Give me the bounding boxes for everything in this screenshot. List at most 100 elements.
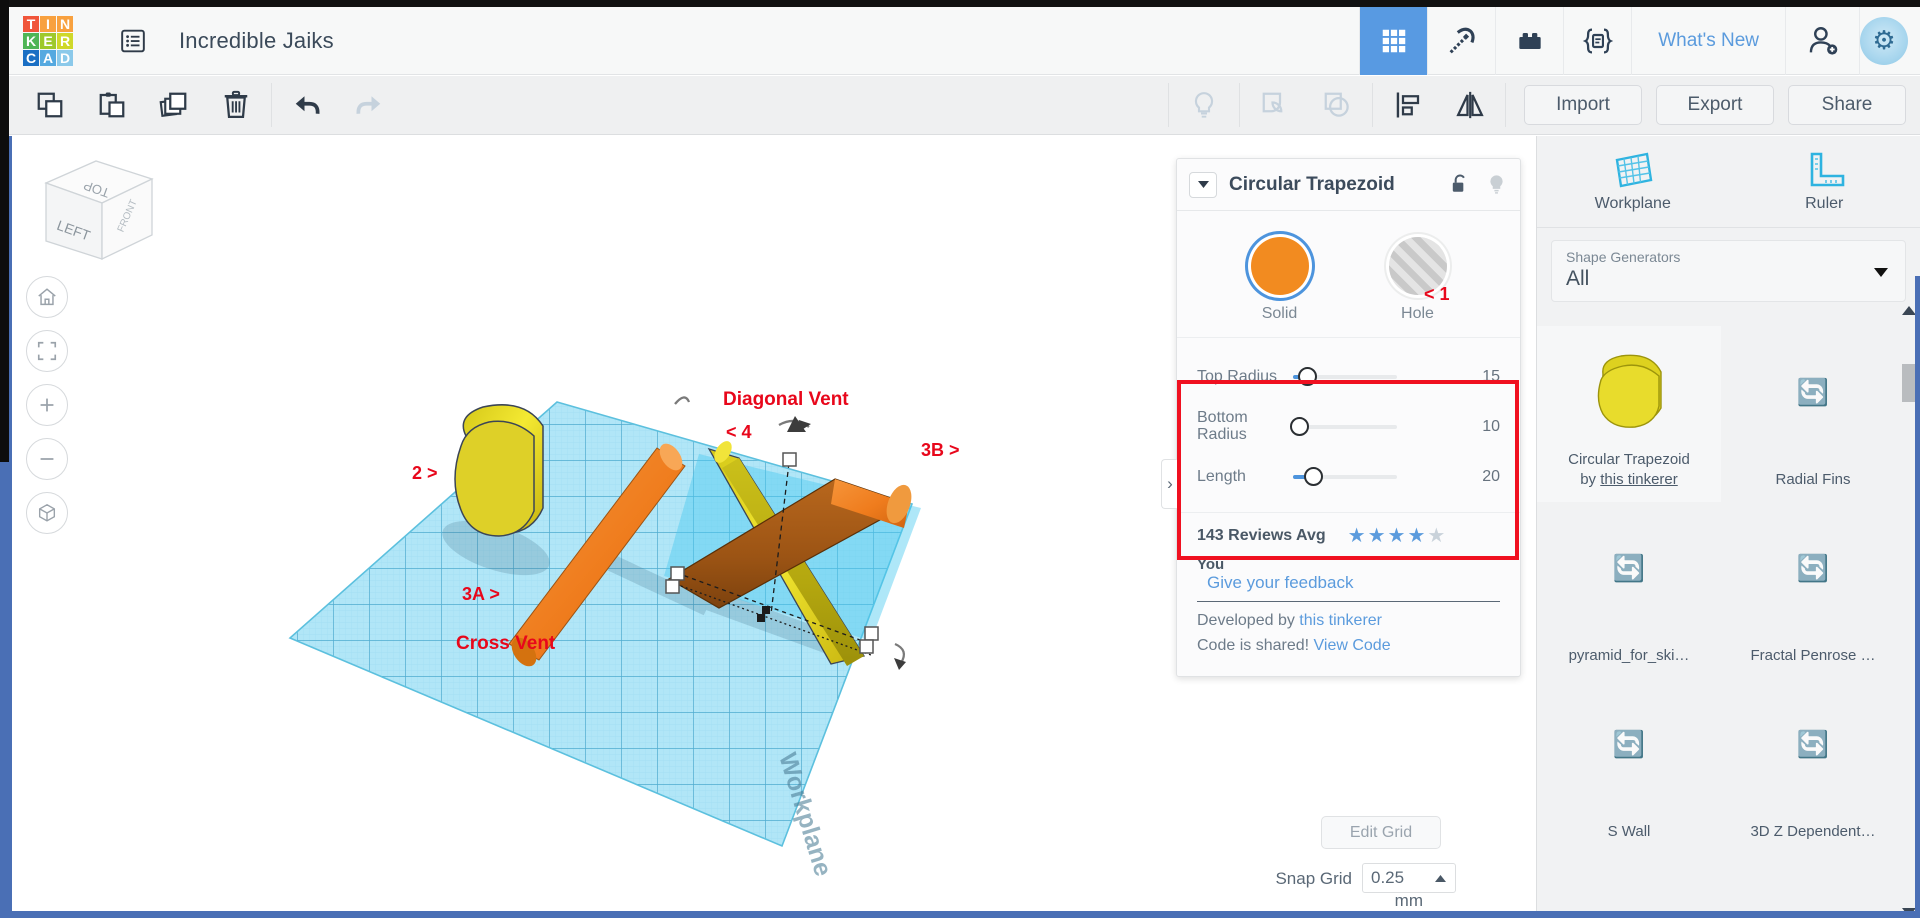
share-button[interactable]: Share (1788, 85, 1906, 125)
view-code-link[interactable]: View Code (1314, 637, 1391, 654)
duplicate-button[interactable] (143, 76, 205, 135)
hint-button[interactable] (1173, 76, 1235, 135)
tab-3d-design[interactable] (1359, 6, 1428, 75)
developed-by-link[interactable]: this tinkerer (1299, 612, 1382, 629)
delete-button[interactable] (205, 76, 267, 135)
tinkercad-app: T I N K E R C A D Incredible Jaiks What'… (0, 0, 1920, 918)
group-icon (1262, 92, 1283, 113)
pickaxe-icon (1449, 27, 1475, 53)
chevron-down-icon (1874, 268, 1888, 277)
sidebar-item-workplane[interactable]: Workplane (1537, 136, 1729, 227)
toolbar-divider (1372, 83, 1373, 127)
solid-swatch (1250, 237, 1309, 295)
circular-trapezoid-thumb (1574, 344, 1684, 440)
group-button[interactable] (1244, 76, 1306, 135)
tab-codeblocks[interactable] (1563, 6, 1631, 75)
tinkercad-logo[interactable]: T I N K E R C A D (23, 15, 73, 66)
annotation-diagonal-vent: Diagonal Vent (723, 389, 849, 410)
solid-label: Solid (1261, 305, 1298, 322)
duplicate-icon (159, 92, 187, 117)
param-label: Top Radius (1197, 367, 1278, 385)
paste-button[interactable] (81, 76, 143, 135)
whats-new-link[interactable]: What's New (1631, 6, 1785, 75)
import-button[interactable]: Import (1524, 85, 1642, 125)
edit-toolbar: Import Export Share (9, 76, 1920, 135)
orthographic-toggle-button[interactable] (26, 492, 68, 534)
gallery-item-s-wall[interactable]: 🔄 S Wall (1537, 678, 1721, 854)
inspector-title: Circular Trapezoid (1229, 173, 1395, 195)
tab-bricks[interactable] (1495, 6, 1563, 75)
shape-generators-value: All (1566, 267, 1590, 290)
scroll-up-icon[interactable] (1902, 306, 1916, 316)
annotation-cross-vent: Cross Vent (456, 633, 556, 654)
give-feedback-link[interactable]: Give your feedback (1207, 573, 1500, 593)
logo-letter: N (57, 15, 73, 32)
inspector-collapse-button[interactable] (1189, 171, 1217, 198)
invite-user-icon (1809, 26, 1837, 55)
tab-minecraft[interactable] (1427, 6, 1495, 75)
gallery-item-name: Circular Trapezoid by this tinkerer (1554, 450, 1704, 491)
gallery-item-fractal-penrose[interactable]: 🔄 Fractal Penrose … (1721, 502, 1905, 678)
gallery-item-circular-trapezoid[interactable]: Circular Trapezoid by this tinkerer (1537, 326, 1721, 502)
logo-letter: K (23, 32, 39, 49)
project-list-button[interactable] (107, 7, 159, 75)
home-view-icon (38, 288, 56, 306)
shape-mode-solid[interactable]: Solid (1243, 237, 1317, 323)
logo-letter: R (57, 32, 73, 49)
gallery-item-3d-z-dependent[interactable]: 🔄 3D Z Dependent… (1721, 678, 1905, 854)
inspector-collapse-handle[interactable]: › (1161, 459, 1178, 509)
star-icon: ★ (1347, 525, 1368, 547)
toolbar-divider (1505, 83, 1506, 127)
lightbulb-icon[interactable] (1485, 173, 1508, 196)
ungroup-button[interactable] (1306, 76, 1368, 135)
zoom-out-button[interactable] (26, 438, 68, 480)
code-shared-row: Code is shared! View Code (1197, 637, 1500, 655)
export-button[interactable]: Export (1656, 85, 1774, 125)
shape-mode-hole[interactable]: Hole (1381, 237, 1455, 323)
shape-generators-filter: Shape Generators All (1537, 228, 1920, 312)
param-value[interactable]: 20 (1482, 468, 1500, 486)
developed-by-label: Developed by (1197, 612, 1295, 629)
reload-icon: 🔄 (1796, 552, 1830, 583)
bottom-radius-slider[interactable] (1290, 417, 1397, 436)
undo-button[interactable] (276, 76, 338, 135)
object-circular-trapezoid[interactable] (454, 404, 544, 537)
edit-grid-button[interactable]: Edit Grid (1321, 816, 1441, 849)
length-slider[interactable] (1293, 467, 1397, 486)
gallery-item-radial-fins[interactable]: 🔄 Radial Fins (1721, 326, 1905, 502)
param-value[interactable]: 10 (1482, 418, 1500, 436)
lightbulb-icon (1194, 92, 1214, 118)
invite-user-button[interactable] (1785, 6, 1859, 75)
star-rating[interactable]: ★★★★★ (1348, 523, 1448, 548)
top-radius-slider[interactable] (1293, 367, 1397, 386)
workplane-icon (1615, 152, 1653, 188)
home-view-button[interactable] (26, 276, 68, 318)
project-title[interactable]: Incredible Jaiks (179, 28, 334, 54)
reload-icon: 🔄 (1612, 552, 1646, 583)
param-label: Bottom Radius (1197, 409, 1248, 443)
gallery-author-link[interactable]: this tinkerer (1600, 471, 1678, 488)
inspector-header-icons (1448, 173, 1508, 196)
fit-to-view-button[interactable] (26, 330, 68, 372)
scrollbar-thumb[interactable] (1902, 364, 1916, 402)
toolbar-divider (1239, 83, 1240, 127)
align-button[interactable] (1377, 76, 1439, 135)
shape-generators-select[interactable]: Shape Generators All (1551, 240, 1906, 302)
delete-icon (224, 90, 248, 118)
mirror-button[interactable] (1439, 76, 1501, 135)
sidebar-item-ruler[interactable]: Ruler (1729, 136, 1920, 227)
param-value[interactable]: 15 (1482, 368, 1500, 386)
redo-button[interactable] (338, 76, 400, 135)
snap-grid-value: 0.25 (1371, 868, 1405, 887)
avatar[interactable]: ⚙ (1860, 16, 1908, 65)
zoom-in-button[interactable] (26, 384, 68, 426)
gallery-by-prefix: by (1580, 470, 1601, 488)
logo-letter: C (23, 49, 39, 66)
shape-gallery[interactable]: Circular Trapezoid by this tinkerer 🔄 Ra… (1537, 326, 1905, 918)
unlock-icon[interactable] (1448, 173, 1471, 196)
snap-grid-select[interactable]: 0.25 (1362, 863, 1456, 893)
gallery-item-name: pyramid_for_ski… (1568, 646, 1690, 664)
view-cube[interactable]: TOP LEFT FRONT (34, 151, 164, 271)
copy-button[interactable] (19, 76, 81, 135)
gallery-item-pyramid[interactable]: 🔄 pyramid_for_ski… (1537, 502, 1721, 678)
